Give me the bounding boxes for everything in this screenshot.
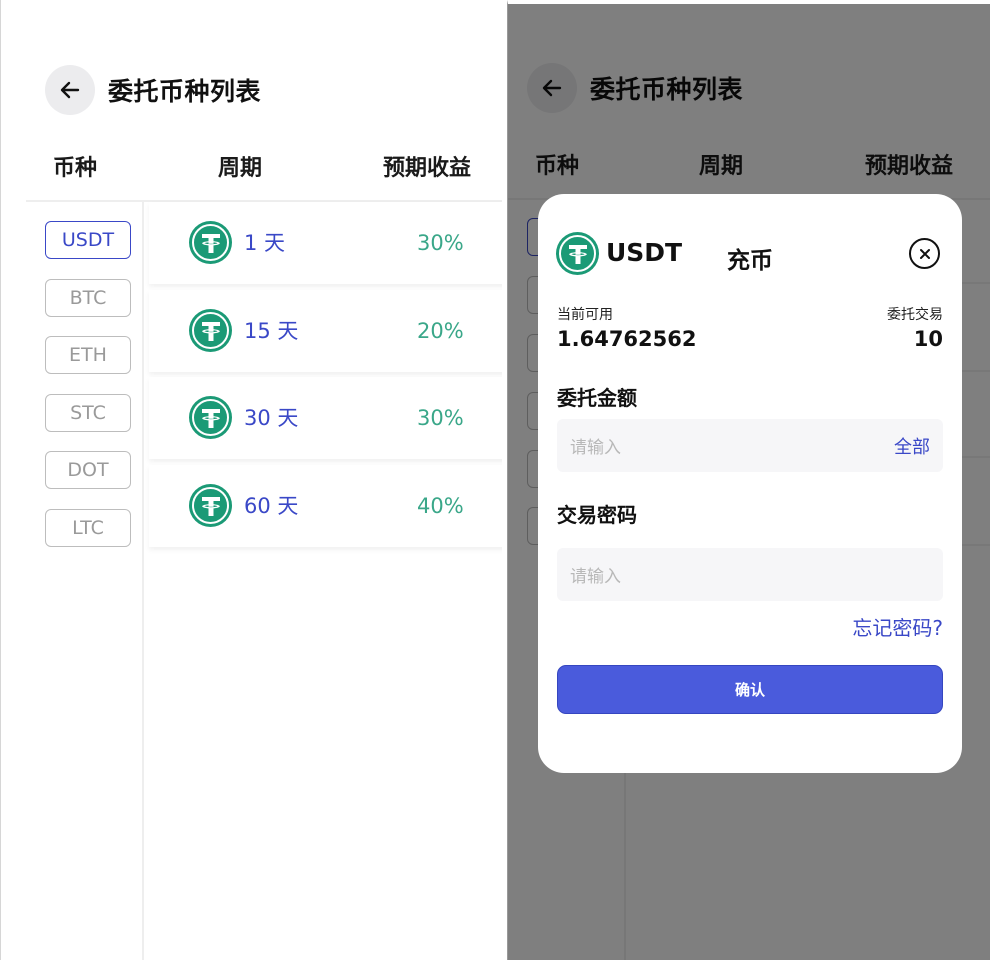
close-icon	[919, 248, 930, 259]
page-header: 委托币种列表	[45, 64, 261, 116]
coin-list-screen: 委托币种列表 币种 周期 预期收益 USDT BTC ETH STC DOT L…	[0, 0, 502, 960]
coin-chip-ltc[interactable]: LTC	[45, 509, 131, 547]
available-value: 1.64762562	[557, 327, 697, 351]
period-row[interactable]: 30 天 30%	[149, 377, 502, 459]
yield-value: 30%	[417, 231, 464, 255]
period-label: 1 天	[244, 231, 286, 255]
period-label: 60 天	[244, 494, 299, 518]
confirm-button[interactable]: 确认	[557, 665, 943, 714]
column-header-period: 周期	[218, 156, 263, 181]
yield-value: 40%	[417, 494, 464, 518]
entrust-label: 委托交易	[887, 307, 943, 323]
period-row[interactable]: 15 天 20%	[149, 290, 502, 372]
column-header-yield: 预期收益	[383, 156, 472, 181]
coin-chip-btc[interactable]: BTC	[45, 279, 131, 317]
coin-chip-usdt[interactable]: USDT	[45, 221, 131, 259]
yield-value: 30%	[417, 406, 464, 430]
back-button[interactable]	[45, 65, 95, 115]
period-label: 15 天	[244, 319, 299, 343]
amount-input[interactable]: 请输入 全部	[557, 419, 943, 472]
coin-chip-eth[interactable]: ETH	[45, 336, 131, 374]
forgot-password-link[interactable]: 忘记密码?	[852, 612, 943, 641]
amount-label: 委托金额	[557, 386, 637, 410]
all-button[interactable]: 全部	[894, 433, 930, 459]
period-label: 30 天	[244, 406, 299, 430]
amount-placeholder: 请输入	[570, 438, 621, 458]
password-label: 交易密码	[557, 503, 637, 527]
coin-chip-dot[interactable]: DOT	[45, 451, 131, 489]
period-row[interactable]: 60 天 40%	[149, 465, 502, 547]
tether-logo-icon	[189, 396, 232, 439]
close-button[interactable]	[909, 238, 940, 269]
entrust-value: 10	[913, 327, 943, 351]
page-title: 委托币种列表	[108, 77, 262, 106]
arrow-left-icon	[60, 81, 80, 99]
canvas: 委托币种列表 币种 周期 预期收益 USDT BTC ETH STC DOT L…	[0, 0, 992, 960]
column-header-coin: 币种	[53, 156, 98, 181]
available-label: 当前可用	[557, 307, 613, 323]
period-row[interactable]: 1 天 30%	[149, 202, 502, 284]
deposit-modal: USDT 充币 当前可用 委托交易 1.64762562 10 委托金额 请输入…	[538, 194, 962, 773]
coin-chip-stc[interactable]: STC	[45, 394, 131, 432]
yield-value: 20%	[417, 319, 464, 343]
deposit-modal-screen: 委托币种列表 币种 周期 预期收益 USDT 充币	[507, 0, 990, 960]
tether-logo-icon	[189, 309, 232, 352]
tether-logo-icon	[189, 484, 232, 527]
modal-title: 充币	[727, 248, 773, 274]
coin-sidebar: USDT BTC ETH STC DOT LTC	[26, 202, 144, 960]
password-input[interactable]: 请输入	[557, 548, 943, 601]
tether-logo-icon	[189, 221, 232, 264]
password-placeholder: 请输入	[570, 567, 621, 587]
